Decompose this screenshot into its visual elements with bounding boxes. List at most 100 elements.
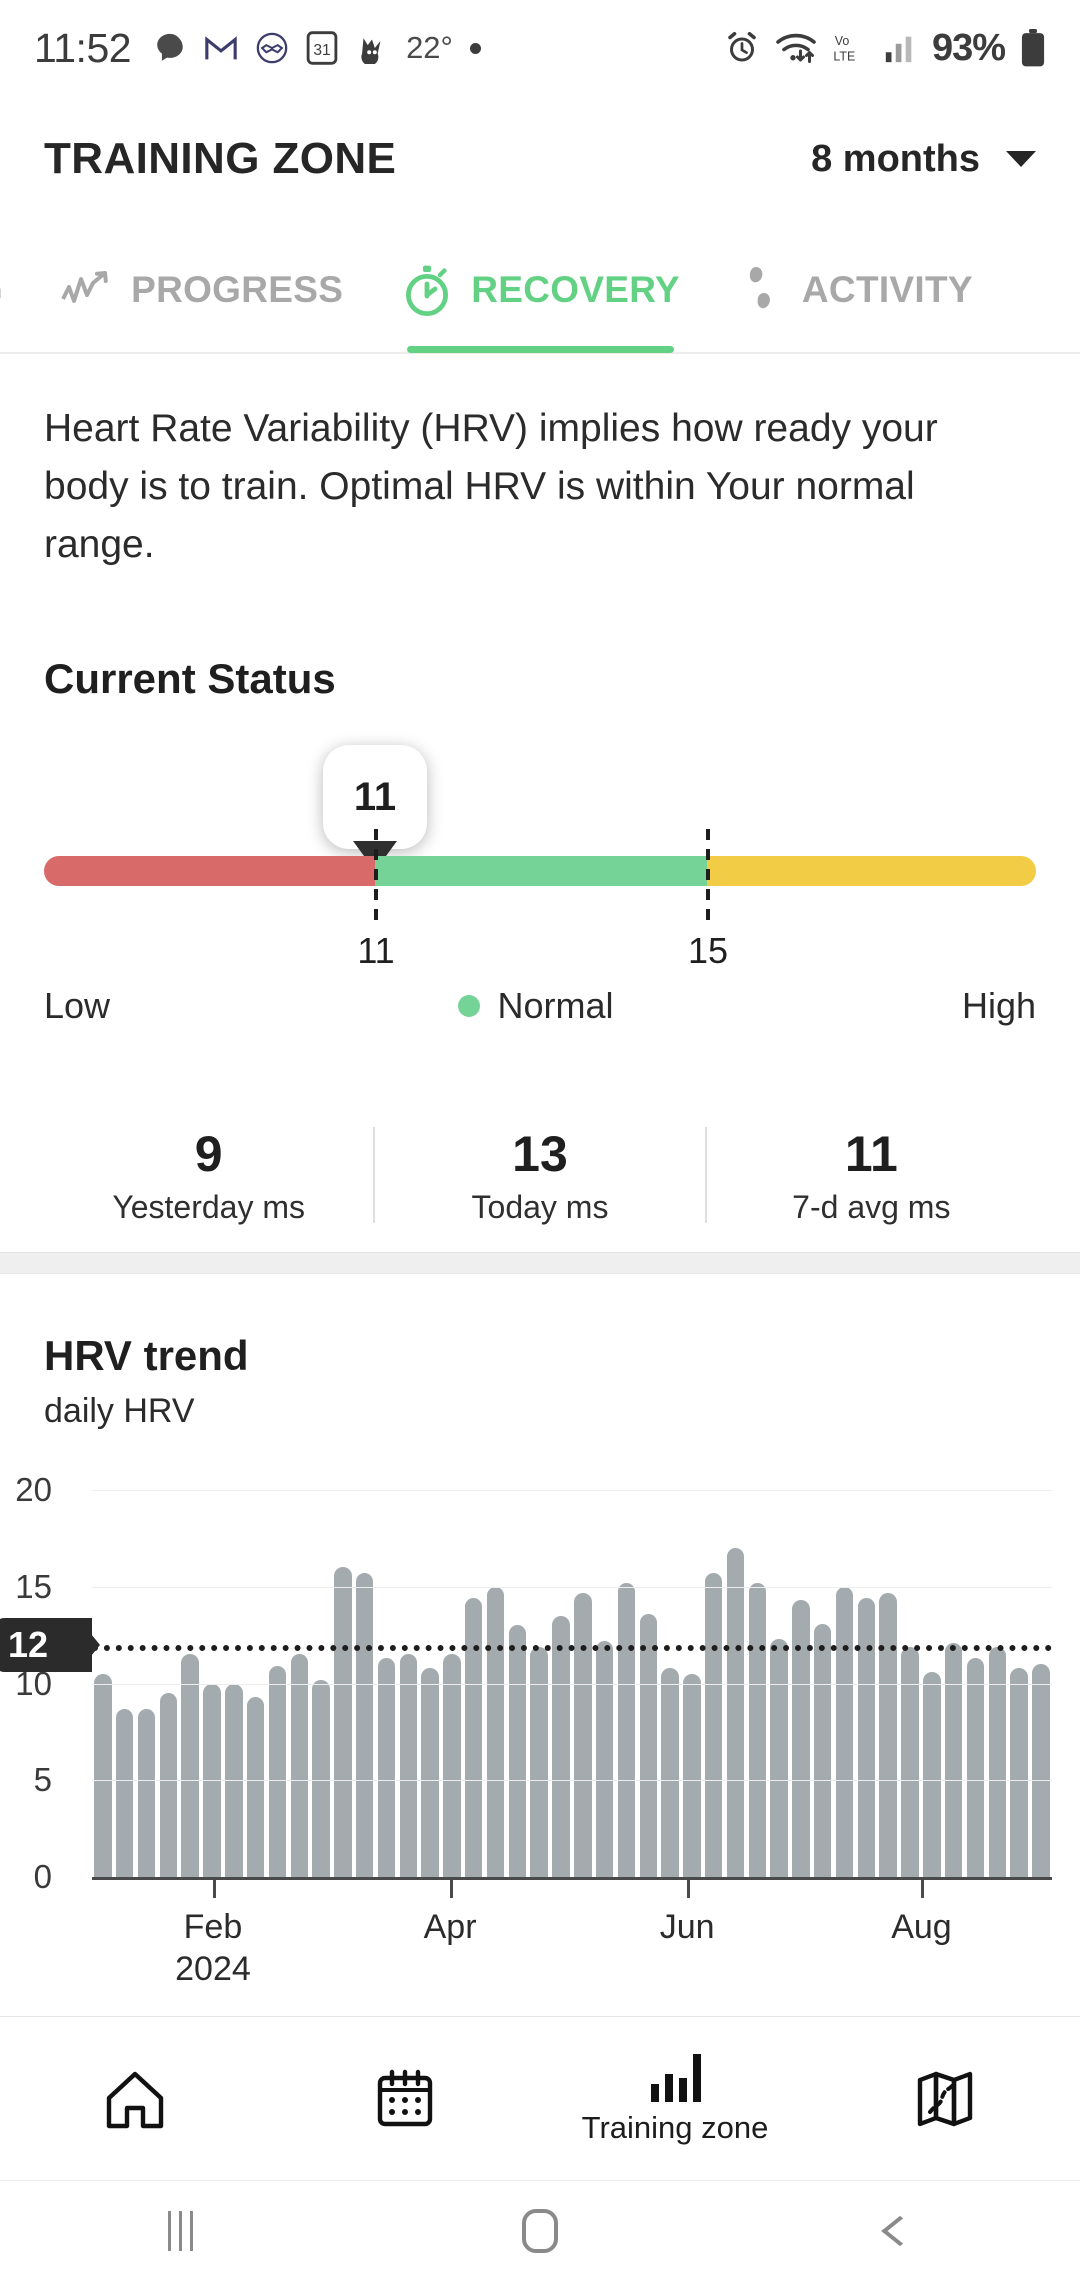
- chart-bar: [835, 1586, 854, 1877]
- tab-partial-left[interactable]: G: [0, 227, 3, 353]
- app-screen: 11:52 31 22° Vo LTE 93% TRAINING ZONE 8 …: [0, 0, 1080, 2280]
- chart-bar: [530, 1646, 548, 1877]
- nav-item-calendar[interactable]: [270, 2068, 540, 2130]
- app-header: TRAINING ZONE 8 months: [0, 96, 1080, 222]
- status-bar-temperature: 22°: [406, 30, 453, 65]
- chart-bar: [486, 1586, 505, 1877]
- tab-recovery-label: RECOVERY: [471, 269, 680, 310]
- system-recents-button[interactable]: [0, 2210, 360, 2251]
- svg-text:LTE: LTE: [833, 49, 855, 63]
- chart-gridline: [92, 1683, 1052, 1685]
- system-back-button[interactable]: [720, 2215, 1080, 2246]
- hrv-trend-chart: 0 5 10 15 20 12 Feb 2024 Apr Jun Aug: [0, 1470, 1080, 1988]
- chart-x-tick-label: Aug: [891, 1908, 952, 1946]
- calendar-31-icon: 31: [306, 31, 338, 65]
- chart-bar: [137, 1708, 156, 1877]
- gauge-boundary-tick-high: [706, 829, 710, 921]
- tab-recovery[interactable]: RECOVERY: [401, 227, 680, 353]
- chart-gridline: [92, 1490, 1052, 1491]
- chart-bar: [355, 1573, 374, 1877]
- chart-bar: [312, 1679, 330, 1877]
- gmail-icon: [204, 33, 238, 63]
- chart-bar: [704, 1573, 723, 1877]
- svg-text:31: 31: [313, 42, 330, 59]
- chart-bar: [1032, 1664, 1050, 1877]
- chart-title: HRV trend: [44, 1332, 249, 1379]
- chart-bar: [792, 1600, 810, 1877]
- tab-active-indicator: [407, 346, 674, 353]
- stat-yesterday: 9 Yesterday ms: [44, 1125, 373, 1226]
- battery-percent-label: 93%: [931, 26, 1006, 69]
- chart-bar: [966, 1658, 985, 1877]
- tab-activity[interactable]: ACTIVITY: [738, 227, 973, 353]
- nav-item-map[interactable]: [810, 2068, 1080, 2130]
- date-range-selector[interactable]: 8 months: [811, 138, 1036, 181]
- nav-item-home[interactable]: [0, 2068, 270, 2130]
- home-square-icon: [522, 2208, 558, 2253]
- signal-bars-icon: [883, 31, 917, 65]
- wifi-icon: [775, 30, 817, 66]
- hrv-stats-row: 9 Yesterday ms 13 Today ms 11 7-d avg ms: [44, 1110, 1036, 1240]
- chart-reference-line: [92, 1644, 1052, 1651]
- chart-bar: [661, 1668, 679, 1877]
- chart-bar: [290, 1654, 308, 1877]
- chart-bar: [116, 1708, 134, 1877]
- gauge-boundary-label-high: 15: [687, 930, 729, 971]
- system-nav-bar: [0, 2180, 1080, 2280]
- legend-high-label: High: [961, 985, 1036, 1026]
- chart-bar: [465, 1598, 483, 1877]
- chart-bar: [377, 1658, 396, 1877]
- back-chevron-icon: [881, 2215, 919, 2246]
- chart-bar: [595, 1640, 614, 1877]
- chart-bar: [879, 1592, 897, 1877]
- chart-x-tick: [212, 1880, 216, 1898]
- chart-y-tick-label: 20: [15, 1471, 52, 1508]
- chart-bar: [574, 1592, 592, 1877]
- footsteps-icon: [738, 263, 784, 317]
- gauge-segment-low: [44, 856, 376, 886]
- tab-bar: G PROGRESS RECOVERY ACTIVITY: [0, 228, 1080, 354]
- hrv-gauge: 11 11 15: [0, 745, 1080, 971]
- system-home-button[interactable]: [360, 2208, 720, 2253]
- current-status-heading: Current Status: [44, 655, 336, 702]
- stat-today: 13 Today ms: [375, 1125, 704, 1226]
- gauge-bar: [44, 856, 1036, 886]
- legend-normal-dot-icon: [458, 995, 481, 1017]
- svg-text:Vo: Vo: [835, 34, 850, 48]
- chart-bar: [1010, 1668, 1028, 1877]
- tab-activity-label: ACTIVITY: [801, 269, 973, 310]
- chart-y-tick-label: 15: [15, 1567, 52, 1605]
- chart-gridline: [92, 1586, 1052, 1588]
- status-bar-notification-icons: 31 22°: [153, 30, 481, 66]
- status-bar-system-icons: Vo LTE 93%: [724, 27, 1046, 70]
- chart-bar: [246, 1697, 265, 1877]
- chart-gridline: [92, 1780, 1052, 1782]
- stat-today-label: Today ms: [471, 1188, 609, 1225]
- nav-item-training-zone[interactable]: Training zone: [540, 2052, 810, 2146]
- chevron-down-icon: [1006, 151, 1036, 167]
- chart-x-tick: [921, 1880, 925, 1898]
- chart-bar: [421, 1668, 439, 1877]
- legend-low-label: Low: [44, 985, 111, 1026]
- chart-bar: [399, 1654, 417, 1877]
- chart-x-axis-labels: Feb 2024 Apr Jun Aug: [92, 1880, 1052, 1990]
- home-icon: [103, 2068, 167, 2130]
- chart-bar: [617, 1582, 636, 1877]
- recents-icon: [167, 2210, 193, 2251]
- stat-7d-avg: 11 7-d avg ms: [707, 1125, 1036, 1226]
- chart-bar: [508, 1625, 527, 1877]
- chart-bar: [988, 1646, 1006, 1877]
- chart-bar: [944, 1642, 963, 1877]
- chart-x-tick-label: Apr: [423, 1908, 477, 1946]
- tab-partial-label: G: [0, 269, 3, 311]
- gauge-segment-normal: [375, 856, 707, 886]
- tab-progress[interactable]: PROGRESS: [61, 227, 343, 353]
- chart-bar: [181, 1654, 199, 1877]
- legend-normal: Normal: [110, 985, 962, 1027]
- chart-x-tick: [687, 1880, 691, 1898]
- battery-icon: [1020, 29, 1046, 67]
- chart-bar: [857, 1598, 876, 1877]
- chart-y-tick-label: 0: [33, 1858, 52, 1895]
- map-icon: [914, 2068, 976, 2130]
- gauge-marker-value: 11: [353, 774, 397, 819]
